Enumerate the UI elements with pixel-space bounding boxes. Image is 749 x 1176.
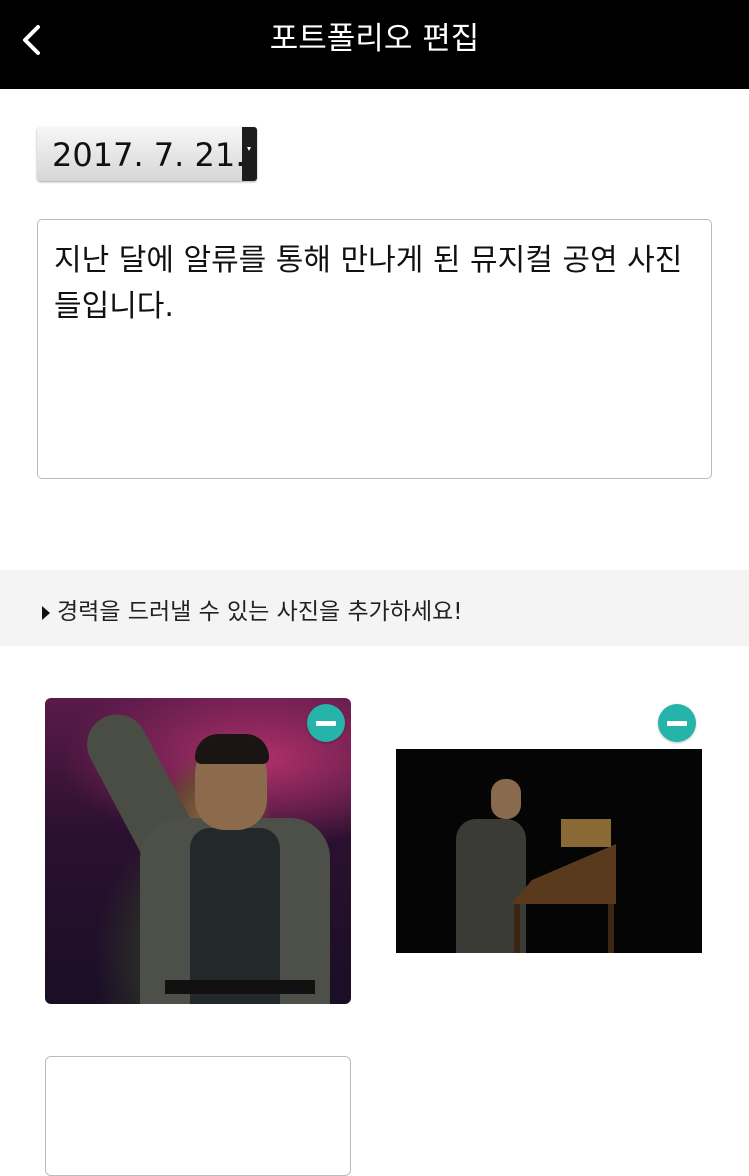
add-photo-slot[interactable] — [45, 1056, 351, 1176]
date-dropdown-button[interactable] — [242, 127, 257, 181]
chevron-down-icon — [247, 147, 251, 151]
triangle-right-icon — [42, 606, 50, 620]
page-title: 포트폴리오 편집 — [269, 21, 480, 57]
portfolio-photo[interactable] — [45, 698, 351, 1004]
header-bar: 포트폴리오 편집 — [0, 0, 749, 89]
date-picker[interactable]: 2017. 7. 21. — [37, 127, 257, 181]
description-textarea[interactable]: 지난 달에 알류를 통해 만나게 된 뮤지컬 공연 사진 들입니다. — [37, 219, 712, 479]
date-value: 2017. 7. 21. — [52, 136, 246, 174]
portfolio-photo[interactable] — [396, 749, 702, 953]
hint-text: 경력을 드러낼 수 있는 사진을 추가하세요! — [57, 599, 463, 625]
minus-circle-icon — [316, 721, 336, 726]
remove-photo-button[interactable] — [307, 704, 345, 742]
remove-photo-button[interactable] — [658, 704, 696, 742]
minus-circle-icon — [667, 721, 687, 726]
